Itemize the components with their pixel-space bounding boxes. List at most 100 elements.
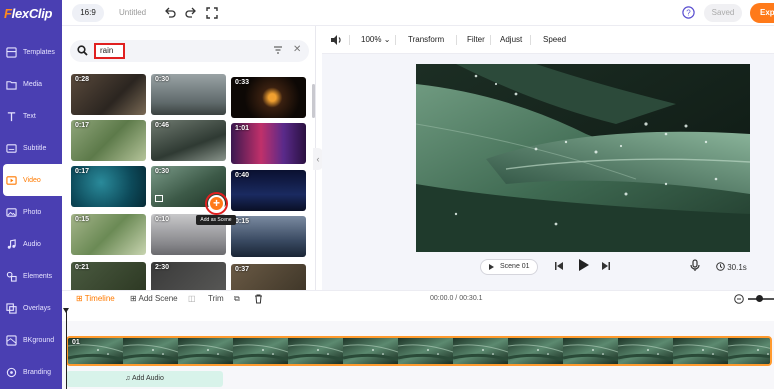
aspect-ratio-button[interactable]: 16:9 [72, 4, 104, 22]
replace-icon[interactable] [155, 195, 163, 202]
sidebar-item-elements[interactable]: Elements [0, 260, 62, 292]
sidebar-item-label: Text [23, 112, 36, 120]
sidebar-item-audio[interactable]: Audio [0, 228, 62, 260]
sidebar-item-label: Branding [23, 368, 52, 376]
duration-label: 0:46 [155, 122, 170, 129]
zoom-out-icon[interactable] [734, 294, 744, 304]
add-scene-label: Add Scene [138, 294, 178, 303]
sidebar-item-templates[interactable]: Templates [0, 36, 62, 68]
add-scene-icon: ⊞ [130, 294, 137, 303]
branding-icon [6, 367, 17, 377]
previous-scene-icon[interactable] [554, 260, 564, 272]
duration-label: 0:10 [155, 216, 170, 223]
duration-label: 0:28 [75, 76, 90, 83]
sidebar-item-subtitle[interactable]: Subtitle [0, 132, 62, 164]
add-audio-button[interactable]: ♫ Add Audio [66, 371, 223, 387]
duration-label: 0:17 [75, 168, 90, 175]
trim-button[interactable]: Trim [208, 294, 224, 303]
audio-icon [7, 238, 16, 249]
duration-label: 0:30 [155, 168, 170, 175]
video-thumbnail[interactable]: 1:01 [231, 123, 306, 164]
sidebar-item-label: Audio [23, 240, 41, 248]
timeline-tracks: 01 ♫ Add Audio [62, 321, 774, 389]
total-duration: 30.1s [716, 262, 747, 272]
split-icon[interactable]: ◫ [188, 294, 196, 303]
add-audio-label: Add Audio [131, 375, 164, 382]
tab-timeline[interactable]: ⊞ Timeline [76, 294, 115, 303]
video-thumbnail[interactable]: 0:17 [71, 120, 146, 161]
video-thumbnail[interactable]: 0:46 [151, 120, 226, 161]
video-thumbnail[interactable]: 0:40 [231, 170, 306, 211]
sidebar-item-label: Templates [23, 48, 55, 56]
sidebar-item-overlays[interactable]: Overlays [0, 292, 62, 324]
duration-value: 30.1s [727, 263, 747, 272]
zoom-slider-handle[interactable] [756, 295, 763, 302]
video-thumbnail[interactable]: 2:30 [151, 262, 226, 290]
video-results-grid: 0:28 0:30 0:33 0:17 0:46 1:01 0:17 0:30 … [71, 74, 307, 290]
video-thumbnail[interactable]: 0:15 [71, 214, 146, 255]
edit-toolbar: 100% ⌄ Transform Filter Adjust Speed [322, 26, 774, 54]
video-preview[interactable] [416, 64, 750, 252]
filter-icon[interactable] [273, 45, 283, 55]
sidebar-item-label: Subtitle [23, 144, 47, 152]
sidebar-item-text[interactable]: Text [0, 100, 62, 132]
next-scene-icon[interactable] [601, 260, 611, 272]
elements-icon [6, 271, 17, 282]
redo-icon[interactable] [184, 6, 197, 19]
transform-button[interactable]: Transform [408, 35, 444, 44]
clip-label: 01 [72, 339, 80, 346]
undo-icon[interactable] [163, 6, 176, 19]
video-thumbnail[interactable]: 0:30 [151, 74, 226, 115]
duration-label: 1:01 [235, 125, 250, 132]
timeline-ruler [62, 307, 774, 321]
export-button[interactable]: Exp [750, 3, 774, 23]
microphone-icon[interactable] [690, 259, 700, 272]
fullscreen-icon[interactable] [205, 6, 218, 19]
search-icon [77, 45, 88, 56]
filter-button[interactable]: Filter [467, 35, 485, 44]
sidebar-item-bkground[interactable]: BKground [0, 324, 62, 356]
duration-label: 0:21 [75, 264, 90, 271]
timeline-icon: ⊞ [76, 294, 83, 303]
duration-label: 0:15 [75, 216, 90, 223]
svg-text:?: ? [686, 8, 691, 17]
video-thumbnail[interactable]: 0:21 [71, 262, 146, 290]
adjust-button[interactable]: Adjust [500, 35, 522, 44]
duration-label: 2:30 [155, 264, 170, 271]
search-bar: rain ✕ [70, 40, 309, 62]
sidebar: FlexClip Templates Media Text Subtitle V… [0, 0, 62, 389]
video-icon [6, 175, 17, 185]
playhead[interactable] [63, 308, 69, 389]
duration-label: 0:30 [155, 76, 170, 83]
search-input[interactable]: rain [94, 43, 125, 59]
volume-icon[interactable] [330, 34, 342, 46]
timeline-tab-label: Timeline [84, 294, 115, 303]
music-note-icon: ♫ [125, 375, 131, 382]
text-icon [7, 111, 16, 121]
scene-selector[interactable]: Scene 01 [480, 259, 538, 275]
panel-scrollbar[interactable] [312, 84, 315, 118]
delete-icon[interactable] [254, 294, 263, 304]
scene-clip[interactable]: 01 [66, 336, 772, 366]
video-thumbnail[interactable]: 0:15 [231, 216, 306, 257]
timeline-toolbar: ⊞ Timeline ⊞ Add Scene ◫ Trim ⧉ 00:00.0 … [62, 290, 774, 307]
sidebar-item-label: BKground [23, 336, 55, 344]
help-icon[interactable]: ? [682, 6, 695, 19]
video-thumbnail[interactable]: 0:33 [231, 77, 306, 118]
sidebar-item-photo[interactable]: Photo [0, 196, 62, 228]
add-as-scene-button[interactable]: + [205, 192, 228, 215]
video-thumbnail[interactable]: 0:28 [71, 74, 146, 115]
photo-icon [6, 207, 17, 217]
sidebar-item-media[interactable]: Media [0, 68, 62, 100]
project-title[interactable]: Untitled [119, 8, 146, 17]
play-icon[interactable] [578, 258, 590, 272]
clear-search-icon[interactable]: ✕ [293, 44, 301, 56]
speed-button[interactable]: Speed [543, 35, 566, 44]
sidebar-item-branding[interactable]: Branding [0, 356, 62, 388]
add-scene-button[interactable]: ⊞ Add Scene [130, 294, 178, 303]
zoom-select[interactable]: 100% ⌄ [361, 35, 390, 44]
video-thumbnail[interactable]: 0:37 [231, 264, 306, 290]
sidebar-item-video[interactable]: Video [3, 164, 62, 196]
duplicate-icon[interactable]: ⧉ [234, 294, 240, 304]
video-thumbnail[interactable]: 0:17 [71, 166, 146, 207]
